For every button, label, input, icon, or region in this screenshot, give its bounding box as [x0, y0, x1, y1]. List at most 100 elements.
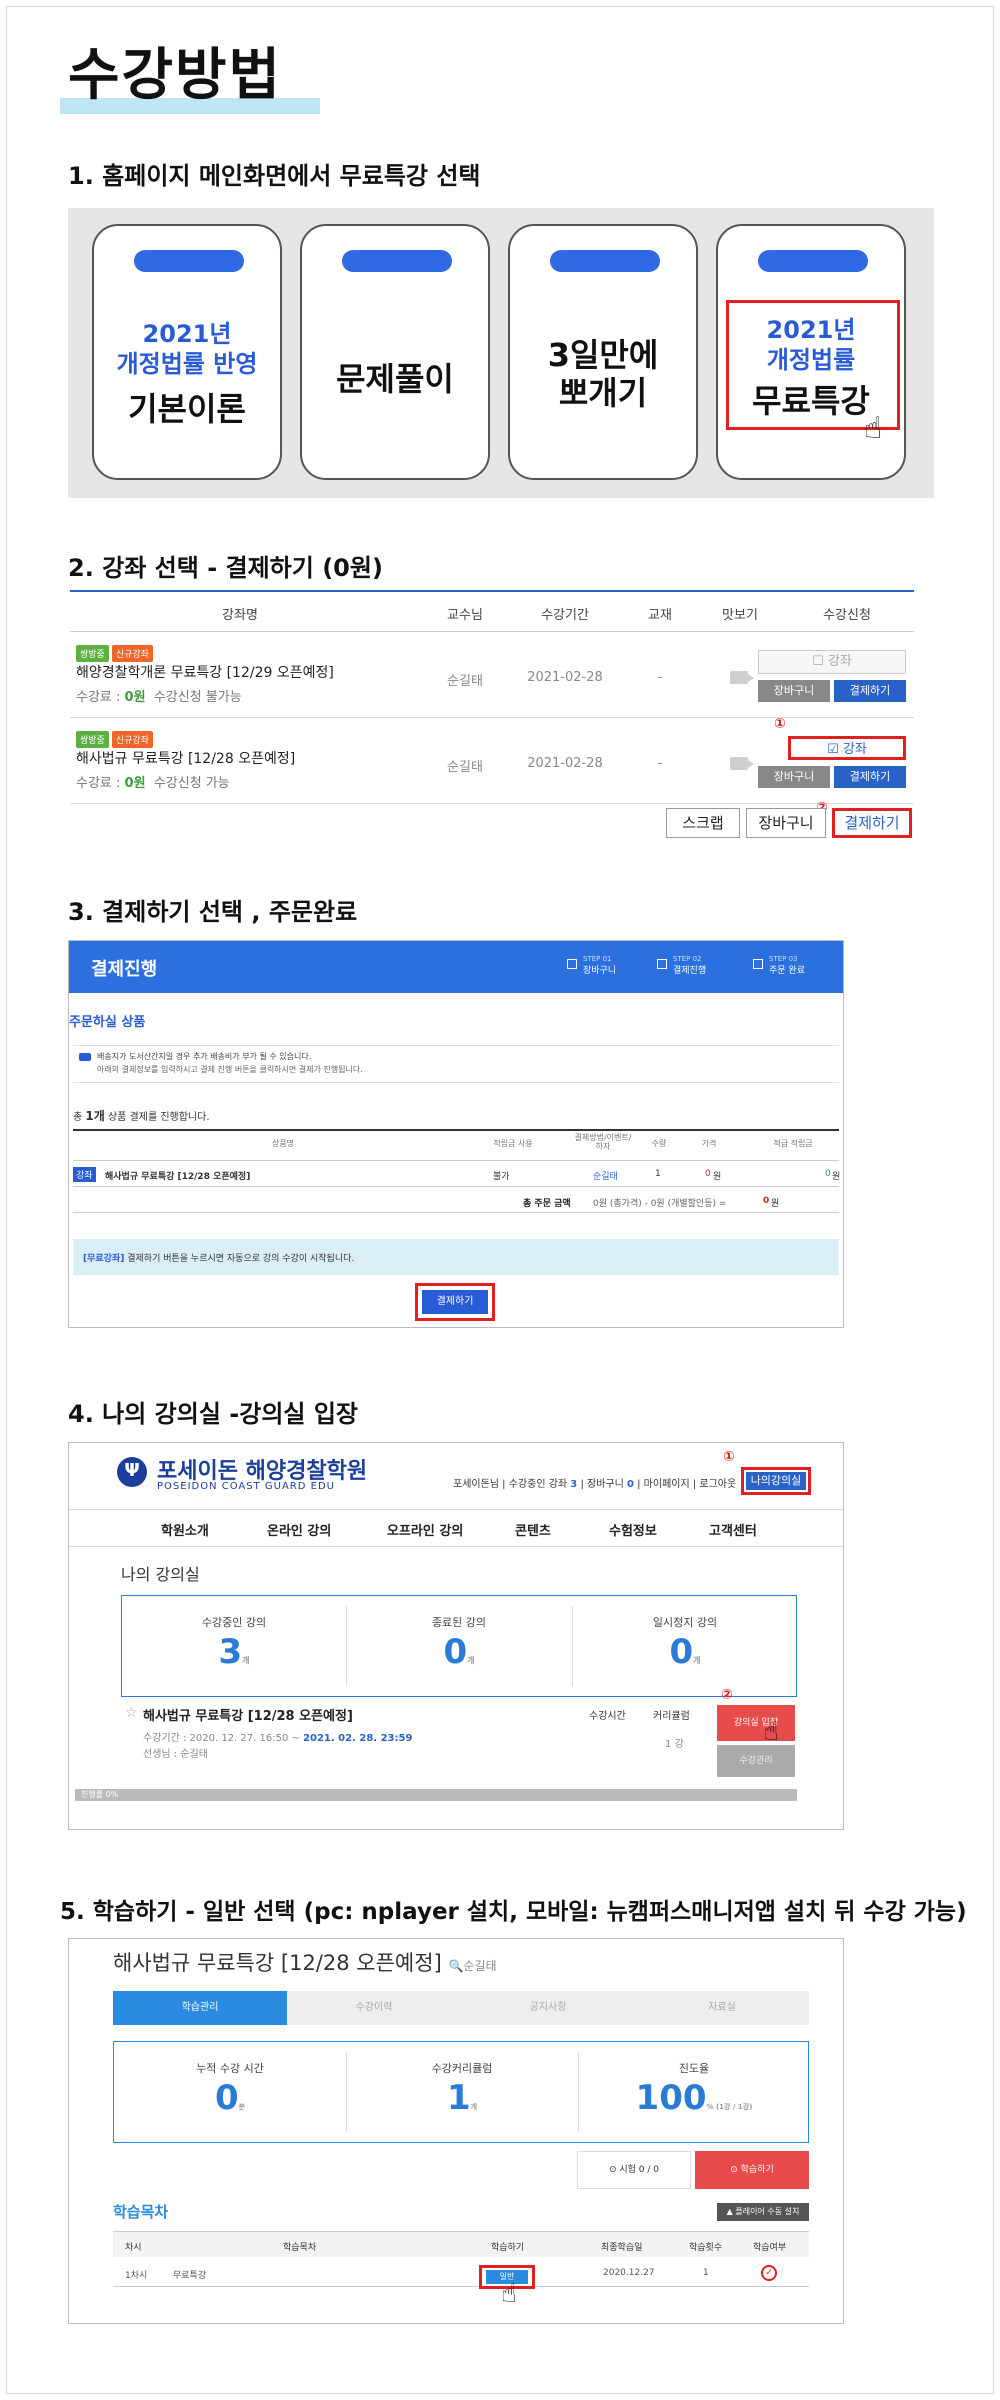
step-5-title: 5. 학습하기 - 일반 선택 (pc: nplayer 설치, 모바일: 뉴캠… [60, 1899, 967, 1925]
stat-total-time: 누적 수강 시간 0분 [196, 2062, 264, 2118]
star-icon[interactable]: ☆ [125, 1705, 138, 1721]
utility-links[interactable]: 포세이돈님 | 수강중인 강좌 3 | 장바구니 0 | 마이페이지 | 로그아… [453, 1475, 736, 1490]
col-header: 맛보기 [722, 608, 758, 623]
lecture-stats: 수강중인 강의 3개 종료된 강의 0개 일시정지 강의 0개 [121, 1595, 797, 1697]
order-section-title: 주문하실 상품 [69, 1015, 146, 1030]
tab-study-manage[interactable]: 학습관리 [113, 1991, 287, 2025]
cart-icon [567, 959, 577, 969]
pay-button[interactable]: 결제하기 [834, 766, 906, 788]
course-period: 2021-02-28 [527, 670, 603, 685]
order-total: 총 주문 금액 0원 (총가격) - 0원 (개별할인등) = 0 원 [73, 1191, 839, 1213]
shipping-note: 배송지가 도서산간지일 경우 추가 배송비가 부가 될 수 있습니다. 아래의 … [73, 1045, 839, 1083]
item-count: 총 1개 상품 결제를 진행합니다. [73, 1109, 210, 1123]
checkout-pay-button[interactable]: 결제하기 [422, 1290, 488, 1314]
tab-resources[interactable]: 자료실 [635, 1991, 809, 2025]
my-classroom-button[interactable]: 나의강의실 > [746, 1472, 806, 1505]
study-tabs: 학습관리 수강이력 공지사항 자료실 [113, 1991, 809, 2025]
highlight-box: 나의강의실 > [741, 1467, 811, 1505]
badge-live: 쌍방중 [76, 645, 109, 662]
order-row: 강좌 해사법규 무료특강 [12/28 오픈예정] 불가 순길태 1 0원 0원 [73, 1161, 840, 1187]
col-header: 수강신청 [823, 608, 871, 623]
checkout-title: 결제진행 [91, 959, 158, 980]
nav-item[interactable]: 학원소개 [161, 1520, 209, 1539]
cart-all-button[interactable]: 장바구니 [746, 808, 826, 838]
main-title-wrap: 수강방법 [60, 40, 320, 120]
stat-paused: 일시정지 강의 0개 [652, 1616, 718, 1672]
card-basic-theory[interactable]: 2021년 개정법률 반영 기본이론 [92, 224, 282, 480]
study-stats: 누적 수강 시간 0분 수강커리큘럼 1개 진도율 100% (1강 / 1강) [113, 2041, 809, 2143]
toc-table-header: 차시 학습목차 학습하기 최종학습일 학습횟수 학습여부 [113, 2231, 809, 2257]
badge-new: 신규강좌 [111, 731, 153, 748]
col-header: 교수님 [447, 608, 483, 623]
page-title: 수강방법 [68, 43, 283, 108]
cart-button[interactable]: 장바구니 [758, 680, 830, 702]
card-blue-line: 개정법률 반영 [116, 350, 258, 378]
textbook: - [657, 670, 663, 685]
course-checkbox-checked[interactable]: ☑ 강좌 [788, 736, 906, 760]
nav-item[interactable]: 오프라인 강의 [387, 1520, 463, 1539]
study-button[interactable]: ⊙ 학습하기 [695, 2151, 809, 2189]
card-pill [758, 250, 868, 272]
highlight-box: 결제하기 [415, 1283, 495, 1321]
note-line: 아래의 결제정보를 입력하시고 결제 진행 버튼을 클릭하시면 결제가 진행됩니… [97, 1065, 363, 1074]
exam-button[interactable]: ⊙ 시험 0 / 0 [577, 2151, 691, 2189]
course-checkbox[interactable]: ☐ 강좌 [758, 650, 906, 674]
badge-new: 신규강좌 [111, 645, 153, 662]
course-period: 수강기간 : 2020. 12. 27. 16:50 ~ 2021. 02. 2… [143, 1733, 413, 1744]
card-pill [342, 250, 452, 272]
course-name[interactable]: 해양경찰학개론 무료특강 [12/29 오픈예정] [76, 662, 334, 682]
course-teacher: 선생님 : 순길태 [143, 1749, 208, 1760]
col-header: 수강기간 [541, 608, 589, 623]
player-install-button[interactable]: ▲ 플레이어 수동 설치 [717, 2203, 809, 2221]
cart-button[interactable]: 장바구니 [758, 766, 830, 788]
toc-heading: 학습목차 [113, 2203, 169, 2221]
step-cart: STEP 01 장바구니 [567, 953, 616, 981]
step-marker: ① [723, 1449, 735, 1465]
card-pill [134, 250, 244, 272]
pay-all-button[interactable]: 결제하기 [832, 808, 912, 838]
step-marker: ② [721, 1687, 733, 1703]
note-line: 배송지가 도서산간지일 경우 추가 배송비가 부가 될 수 있습니다. [97, 1052, 312, 1061]
manage-button[interactable]: 수강관리 [717, 1745, 795, 1777]
hand-pointer-icon: ☝ [763, 1717, 779, 1747]
curriculum-count: 1 강 [665, 1739, 684, 1750]
col-header: 교재 [648, 608, 672, 623]
logo-trident-icon[interactable]: Ψ [117, 1457, 147, 1487]
nav-item[interactable]: 콘텐츠 [515, 1520, 551, 1539]
professor: 순길태 [447, 760, 483, 775]
step-2-title: 2. 강좌 선택 - 결제하기 (0원) [68, 554, 383, 582]
tab-notice[interactable]: 공지사항 [461, 1991, 635, 2025]
stat-finished: 종료된 강의 0개 [431, 1616, 487, 1672]
enter-classroom-button[interactable]: 강의실 입장 [717, 1705, 795, 1741]
order-table-header: 상품명 적립금 사용 결제방법/이벤트/하자 수량 가격 적급 적립금 [73, 1129, 839, 1161]
course-name[interactable]: 해사법규 무료특강 [12/28 오픈예정] [76, 748, 295, 768]
hand-pointer-icon: ☝ [864, 411, 883, 446]
scrap-button[interactable]: 스크랩 [666, 808, 740, 838]
checkout-screenshot: 결제진행 STEP 01 장바구니 STEP 02 결제진행 STEP 03 주문 완… [68, 940, 844, 1328]
step-3-title: 3. 결제하기 선택 , 주문완료 [68, 898, 358, 926]
course-fee: 수강료 : 0원 수강신청 불가능 [76, 690, 242, 705]
card-free-lecture[interactable]: 2021년 개정법률 무료특강 ☝ [716, 224, 906, 480]
tab-history[interactable]: 수강이력 [287, 1991, 461, 2025]
table-row: 쌍방중 신규강좌 해양경찰학개론 무료특강 [12/29 오픈예정] 수강료 : … [70, 632, 914, 718]
course-fee: 수강료 : 0원 수강신청 가능 [76, 776, 230, 791]
camera-icon[interactable] [730, 757, 754, 770]
camera-icon[interactable] [730, 671, 754, 684]
card-pill [550, 250, 660, 272]
pay-button[interactable]: 결제하기 [834, 680, 906, 702]
search-icon: 🔍 [448, 1959, 464, 1973]
table-header: 강좌명 교수님 수강기간 교재 맛보기 수강신청 [70, 590, 914, 632]
card-black-line: 기본이론 [128, 390, 246, 428]
table-row: 쌍방중 신규강좌 해사법규 무료특강 [12/28 오픈예정] 수강료 : 0원 … [70, 716, 914, 804]
my-classroom-screenshot: Ψ 포세이돈 해양경찰학원 POSEIDON COAST GUARD EDU 포… [68, 1442, 844, 1830]
nav-item[interactable]: 고객센터 [709, 1520, 757, 1539]
card-problem-solving[interactable]: 문제풀이 [300, 224, 490, 480]
nav-item[interactable]: 온라인 강의 [267, 1520, 331, 1539]
step-payment: STEP 02 결제진행 [657, 953, 706, 981]
hand-pointer-icon: ☝ [501, 2279, 517, 2309]
nav-item[interactable]: 수험정보 [609, 1520, 657, 1539]
course-period: 2021-02-28 [527, 756, 603, 771]
card-3day[interactable]: 3일만에 뽀개기 [508, 224, 698, 480]
check-icon [753, 959, 763, 969]
section-heading: 나의 강의실 [121, 1565, 200, 1584]
